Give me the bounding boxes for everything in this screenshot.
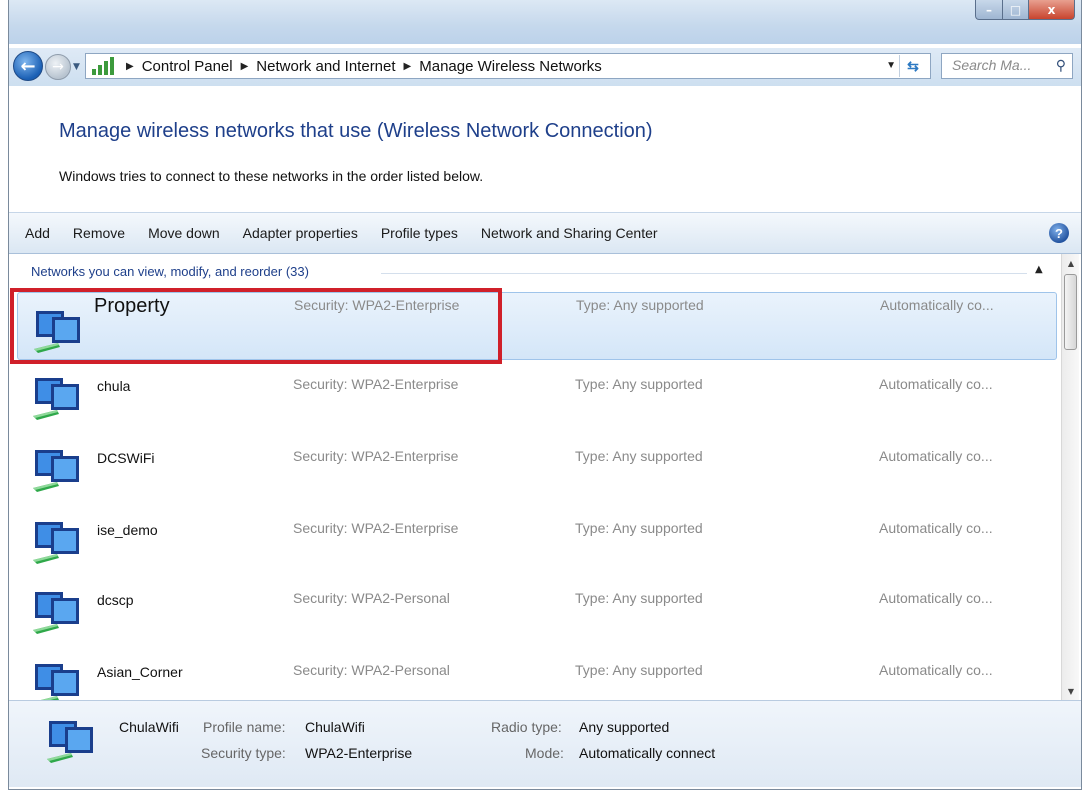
wireless-network-icon	[33, 592, 79, 634]
network-name: chula	[97, 378, 131, 394]
command-toolbar: Add Remove Move down Adapter properties …	[9, 212, 1081, 254]
address-bar[interactable]: ▶ Control Panel ▶ Network and Internet ▶…	[85, 53, 931, 79]
forward-arrow-icon: →	[52, 59, 64, 75]
search-placeholder: Search Ma...	[952, 57, 1032, 73]
network-name: dcscp	[97, 592, 134, 608]
network-security: Security: WPA2-Enterprise	[293, 376, 459, 392]
list-item[interactable]: ise_demo Security: WPA2-Enterprise Type:…	[17, 504, 1057, 572]
network-name: ise_demo	[97, 522, 158, 538]
wireless-network-icon	[35, 664, 79, 700]
network-name: DCSWiFi	[97, 450, 155, 466]
move-down-button[interactable]: Move down	[148, 225, 220, 241]
network-signal-icon	[92, 57, 114, 75]
list-item[interactable]: dcscp Security: WPA2-Personal Type: Any …	[17, 574, 1057, 642]
list-scrollbar[interactable]: ▲ ▼	[1061, 254, 1079, 700]
security-type-label: Security type:	[201, 745, 286, 761]
control-panel-window: – □ x ← → ▼ ▶ Control Panel ▶ Network an…	[8, 0, 1082, 790]
network-security: Security: WPA2-Personal	[293, 590, 450, 606]
mode-value: Automatically connect	[579, 745, 716, 761]
navigation-bar: ← → ▼ ▶ Control Panel ▶ Network and Inte…	[9, 48, 1081, 86]
search-icon[interactable]: ⚲	[1056, 57, 1066, 74]
network-type: Type: Any supported	[575, 662, 703, 678]
wireless-network-icon	[33, 450, 79, 492]
back-arrow-icon: ←	[20, 55, 36, 77]
network-type: Type: Any supported	[575, 376, 703, 392]
details-network-name: ChulaWifi	[119, 719, 179, 735]
breadcrumb-separator-icon[interactable]: ▶	[126, 61, 134, 72]
list-item[interactable]: chula Security: WPA2-Enterprise Type: An…	[17, 360, 1057, 428]
breadcrumb-separator-icon[interactable]: ▶	[241, 61, 249, 72]
caption-buttons: – □ x	[975, 0, 1075, 20]
page-subtitle: Windows tries to connect to these networ…	[59, 168, 484, 184]
network-type: Type: Any supported	[575, 520, 703, 536]
scroll-down-icon[interactable]: ▼	[1062, 682, 1080, 700]
close-button[interactable]: x	[1029, 0, 1075, 20]
network-type: Type: Any supported	[576, 297, 704, 313]
search-input[interactable]: Search Ma... ⚲	[941, 53, 1073, 79]
collapse-chevron-icon[interactable]: ▲	[1035, 264, 1043, 275]
mode-label: Mode:	[525, 745, 564, 761]
refresh-icon[interactable]: ⇆	[899, 55, 926, 77]
breadcrumb-manage-wireless-networks[interactable]: Manage Wireless Networks	[419, 58, 602, 75]
network-mode: Automatically co...	[880, 297, 994, 313]
network-mode: Automatically co...	[879, 520, 993, 536]
profile-types-button[interactable]: Profile types	[381, 225, 458, 241]
page-header: Manage wireless networks that use (Wirel…	[9, 86, 1081, 212]
radio-type-value: Any supported	[579, 719, 670, 735]
wireless-network-icon	[33, 522, 79, 564]
breadcrumb-network-and-internet[interactable]: Network and Internet	[256, 58, 395, 75]
wireless-network-icon	[47, 721, 93, 763]
radio-type-label: Radio type:	[491, 719, 562, 735]
maximize-button[interactable]: □	[1003, 0, 1029, 20]
network-mode: Automatically co...	[879, 662, 993, 678]
network-mode: Automatically co...	[879, 448, 993, 464]
address-dropdown-icon[interactable]: ▼	[886, 60, 896, 71]
profile-name-label: Profile name:	[203, 719, 286, 735]
group-divider	[381, 273, 1027, 274]
network-security: Security: WPA2-Personal	[293, 662, 450, 678]
network-security: Security: WPA2-Enterprise	[293, 520, 459, 536]
red-highlight-box	[10, 288, 502, 364]
breadcrumb-control-panel[interactable]: Control Panel	[142, 58, 233, 75]
list-item[interactable]: Asian_Corner Security: WPA2-Personal Typ…	[17, 646, 1057, 700]
remove-button[interactable]: Remove	[73, 225, 125, 241]
wireless-network-icon	[33, 378, 79, 420]
network-type: Type: Any supported	[575, 590, 703, 606]
add-button[interactable]: Add	[25, 225, 50, 241]
network-mode: Automatically co...	[879, 376, 993, 392]
group-header[interactable]: Networks you can view, modify, and reord…	[31, 264, 309, 279]
network-type: Type: Any supported	[575, 448, 703, 464]
security-type-value: WPA2-Enterprise	[305, 745, 413, 761]
profile-name-value: ChulaWifi	[305, 719, 365, 735]
history-dropdown-icon[interactable]: ▼	[73, 62, 80, 72]
scroll-thumb[interactable]	[1064, 274, 1077, 350]
adapter-properties-button[interactable]: Adapter properties	[243, 225, 358, 241]
details-pane: ChulaWifi Profile name: ChulaWifi Securi…	[9, 700, 1081, 787]
network-and-sharing-center-button[interactable]: Network and Sharing Center	[481, 225, 658, 241]
title-bar: – □ x	[9, 0, 1081, 44]
network-mode: Automatically co...	[879, 590, 993, 606]
forward-button[interactable]: →	[45, 54, 71, 80]
network-name: Asian_Corner	[97, 664, 183, 680]
network-security: Security: WPA2-Enterprise	[293, 448, 459, 464]
minimize-button[interactable]: –	[975, 0, 1003, 20]
list-item[interactable]: DCSWiFi Security: WPA2-Enterprise Type: …	[17, 432, 1057, 500]
back-button[interactable]: ←	[13, 51, 43, 81]
help-icon[interactable]: ?	[1049, 223, 1069, 243]
breadcrumb-separator-icon[interactable]: ▶	[404, 61, 412, 72]
scroll-up-icon[interactable]: ▲	[1062, 254, 1080, 272]
page-title: Manage wireless networks that use (Wirel…	[59, 120, 653, 142]
